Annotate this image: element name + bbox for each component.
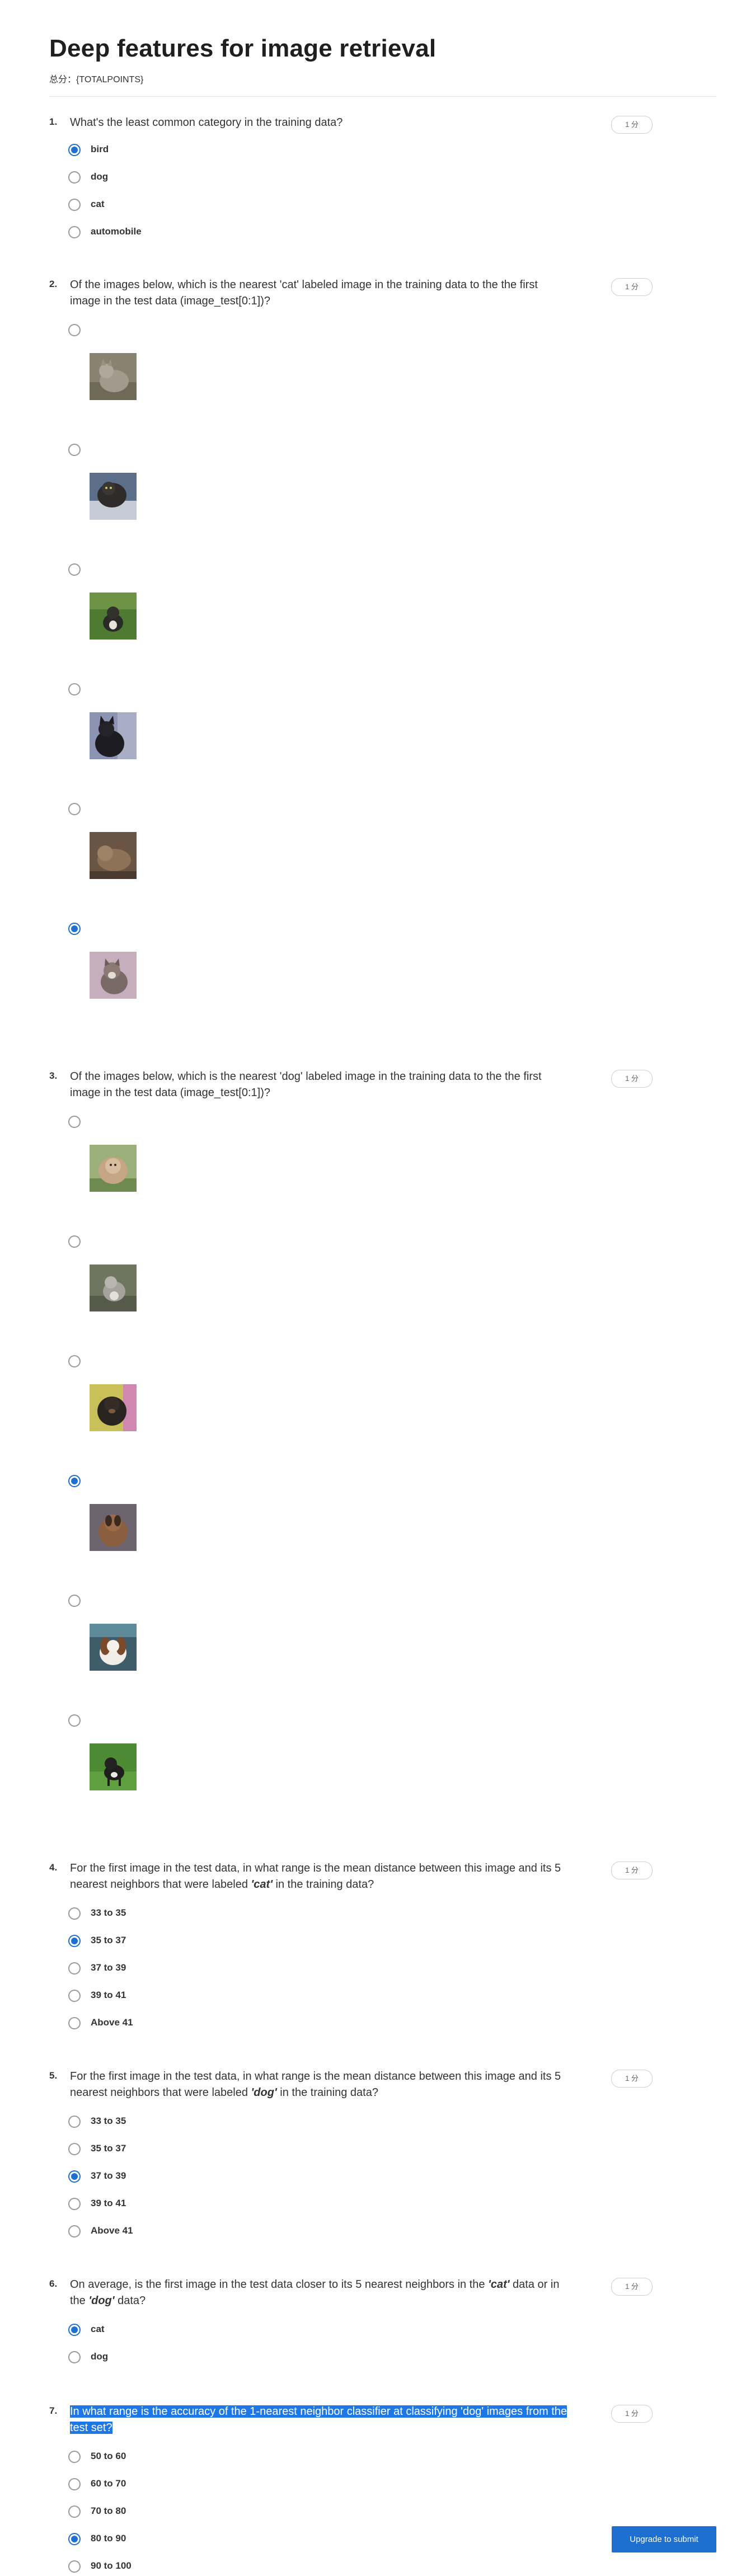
points-badge: 1 分 — [611, 116, 653, 134]
radio-icon[interactable] — [68, 1962, 81, 1975]
page-title: Deep features for image retrieval — [49, 35, 437, 62]
radio-icon[interactable] — [68, 171, 81, 184]
question-number: 7. — [49, 2405, 58, 2416]
dog-spaniel-thumbnail — [90, 1624, 137, 1671]
radio-icon[interactable] — [68, 2017, 81, 2029]
cat-grass-thumbnail — [90, 593, 137, 640]
points-badge: 1 分 — [611, 1862, 653, 1879]
radio-icon[interactable] — [68, 2560, 81, 2573]
question-text: In what range is the accuracy of the 1-n… — [70, 2405, 567, 2434]
total-points: 总分：{TOTALPOINTS} — [49, 75, 144, 84]
radio-icon[interactable] — [68, 2451, 81, 2463]
radio-icon[interactable] — [68, 2225, 81, 2237]
radio-icon[interactable] — [68, 2198, 81, 2210]
radio-icon[interactable] — [68, 1116, 81, 1128]
radio-icon[interactable] — [68, 1714, 81, 1727]
upgrade-to-submit-button[interactable]: Upgrade to submit — [612, 2526, 716, 2553]
question-number: 5. — [49, 2070, 58, 2081]
dog-gray-thumbnail — [90, 1265, 137, 1311]
radio-icon[interactable] — [68, 803, 81, 815]
radio-icon[interactable] — [68, 563, 81, 576]
question-number: 4. — [49, 1862, 58, 1873]
question-number: 2. — [49, 279, 58, 289]
radio-icon[interactable] — [68, 2116, 81, 2128]
dog-grass-thumbnail — [90, 1743, 137, 1790]
radio-selected-icon[interactable] — [68, 2170, 81, 2183]
radio-icon[interactable] — [68, 1235, 81, 1248]
cat-gray-thumbnail — [90, 353, 137, 400]
question-text: What's the least common category in the … — [70, 116, 343, 129]
radio-icon[interactable] — [68, 199, 81, 211]
radio-selected-icon[interactable] — [68, 923, 81, 935]
question-number: 1. — [49, 116, 58, 127]
question-text: For the first image in the test data, in… — [70, 1862, 561, 1891]
points-badge: 1 分 — [611, 278, 653, 296]
cat-tabby-thumbnail — [90, 952, 137, 999]
radio-selected-icon[interactable] — [68, 2533, 81, 2545]
radio-selected-icon[interactable] — [68, 1475, 81, 1487]
radio-selected-icon[interactable] — [68, 1935, 81, 1947]
dog-black-thumbnail — [90, 1384, 137, 1431]
radio-icon[interactable] — [68, 444, 81, 456]
radio-icon[interactable] — [68, 2143, 81, 2155]
radio-icon[interactable] — [68, 1907, 81, 1920]
radio-icon[interactable] — [68, 226, 81, 238]
radio-icon[interactable] — [68, 2478, 81, 2490]
points-badge: 1 分 — [611, 2405, 653, 2423]
radio-selected-icon[interactable] — [68, 144, 81, 156]
question-number: 6. — [49, 2278, 58, 2289]
radio-icon[interactable] — [68, 324, 81, 336]
radio-icon[interactable] — [68, 1990, 81, 2002]
points-badge: 1 分 — [611, 1070, 653, 1088]
radio-icon[interactable] — [68, 2351, 81, 2363]
points-badge: 1 分 — [611, 2070, 653, 2088]
radio-selected-icon[interactable] — [68, 2324, 81, 2336]
radio-icon[interactable] — [68, 1355, 81, 1367]
question-text: Of the images below, which is the neares… — [70, 1070, 542, 1099]
dog-fluffy-thumbnail — [90, 1145, 137, 1192]
cat-brown-thumbnail — [90, 832, 137, 879]
points-badge: 1 分 — [611, 2278, 653, 2296]
header-divider — [49, 96, 716, 97]
radio-icon[interactable] — [68, 2506, 81, 2518]
cat-dark-thumbnail — [90, 473, 137, 520]
question-number: 3. — [49, 1070, 58, 1081]
question-text: Of the images below, which is the neares… — [70, 279, 538, 307]
radio-icon[interactable] — [68, 1595, 81, 1607]
cat-black-thumbnail — [90, 712, 137, 759]
radio-icon[interactable] — [68, 683, 81, 695]
dog-brown-thumbnail — [90, 1504, 137, 1551]
question-text: For the first image in the test data, in… — [70, 2070, 561, 2099]
question-text: On average, is the first image in the te… — [70, 2278, 560, 2307]
